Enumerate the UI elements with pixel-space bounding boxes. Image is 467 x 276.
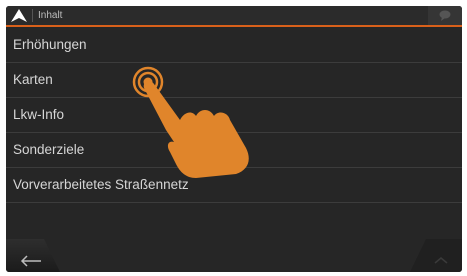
menu-item-label: Karten xyxy=(13,72,53,87)
menu-item-label: Vorverarbeitetes Straßennetz xyxy=(13,177,189,192)
menu-item-erhoehungen[interactable]: Erhöhungen xyxy=(6,28,462,63)
up-tab[interactable] xyxy=(410,239,462,272)
page-title: Inhalt xyxy=(38,10,63,21)
menu-item-label: Lkw-Info xyxy=(13,107,65,122)
device-screen: Inhalt Erhöhungen Karten Lkw-Info Sonder… xyxy=(6,6,462,272)
header-bar: Inhalt xyxy=(6,6,462,27)
tap-gesture-hand-icon xyxy=(132,66,249,178)
navigation-arrow-icon[interactable] xyxy=(11,9,27,22)
speech-bubble-icon[interactable] xyxy=(439,10,451,21)
menu-item-label: Erhöhungen xyxy=(13,37,87,52)
footer-bar xyxy=(6,239,462,272)
menu-item-label: Sonderziele xyxy=(13,142,85,157)
back-arrow-icon[interactable] xyxy=(20,255,42,267)
header-divider xyxy=(32,9,33,22)
header-right-panel[interactable] xyxy=(428,6,462,25)
